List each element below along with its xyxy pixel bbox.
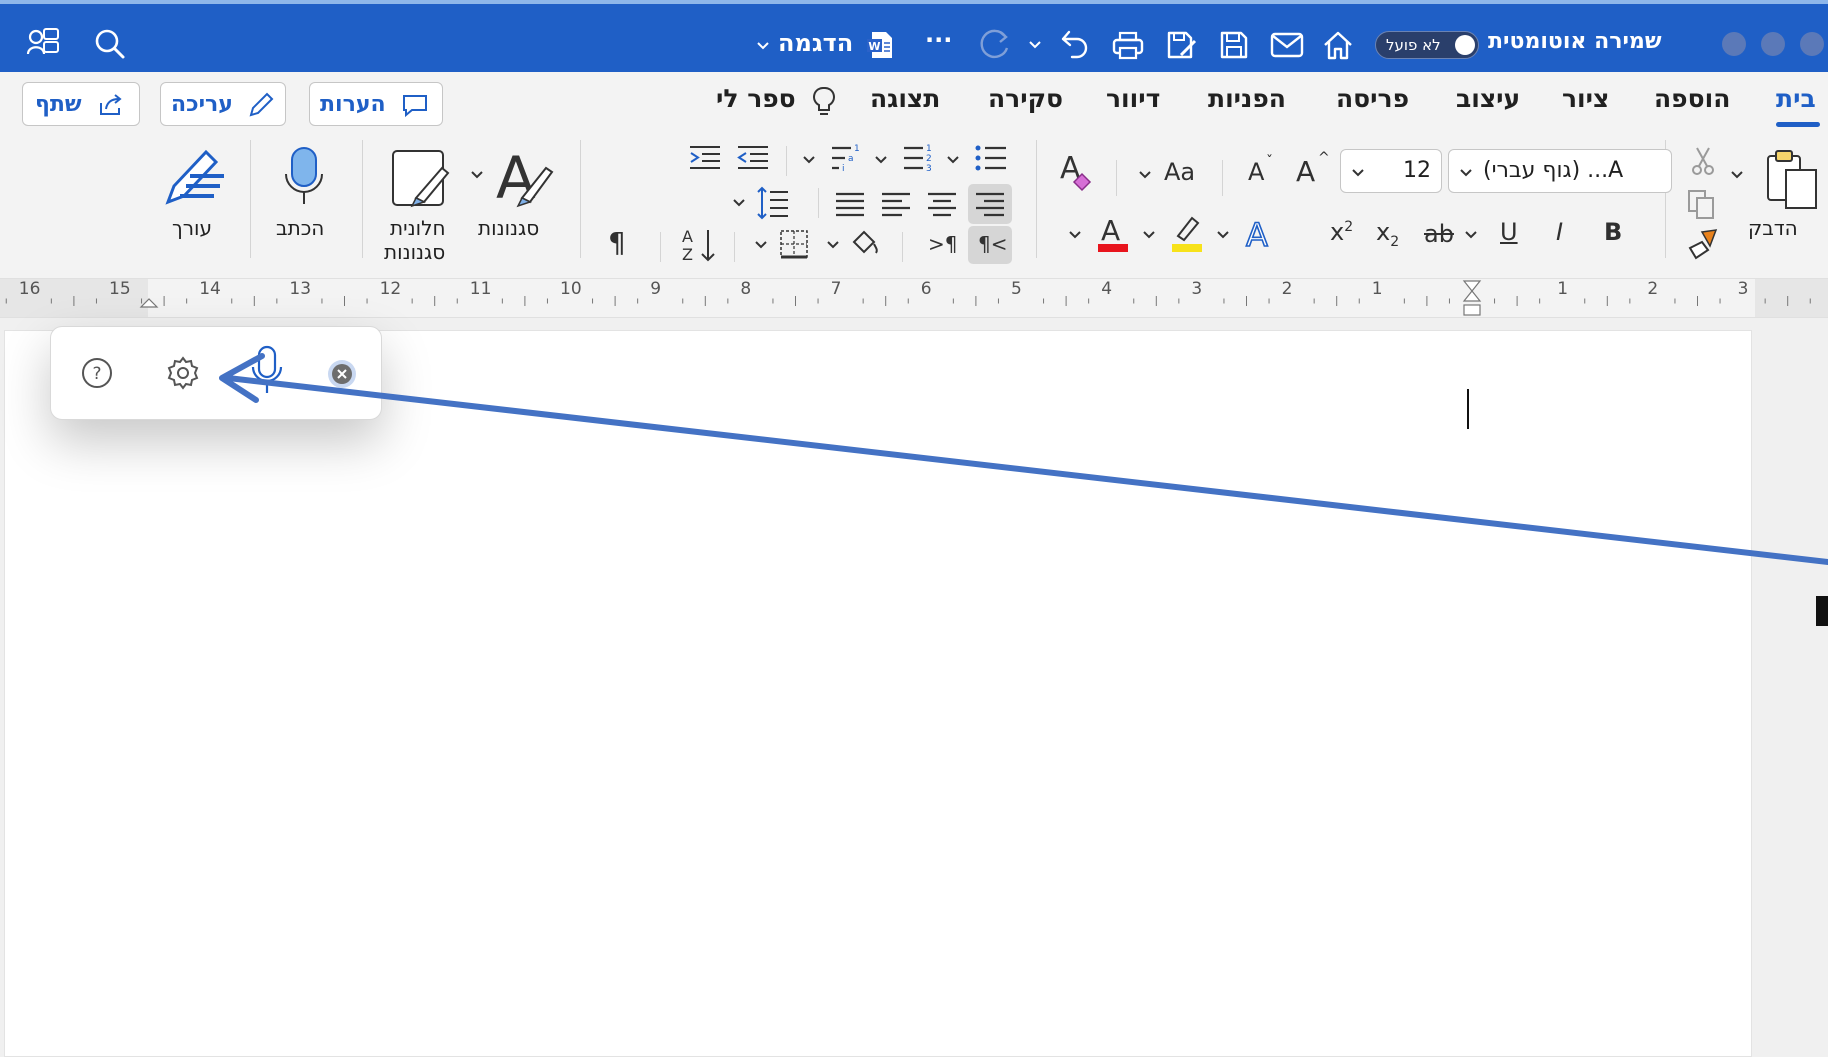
- annotation-arrow: [219, 353, 1828, 565]
